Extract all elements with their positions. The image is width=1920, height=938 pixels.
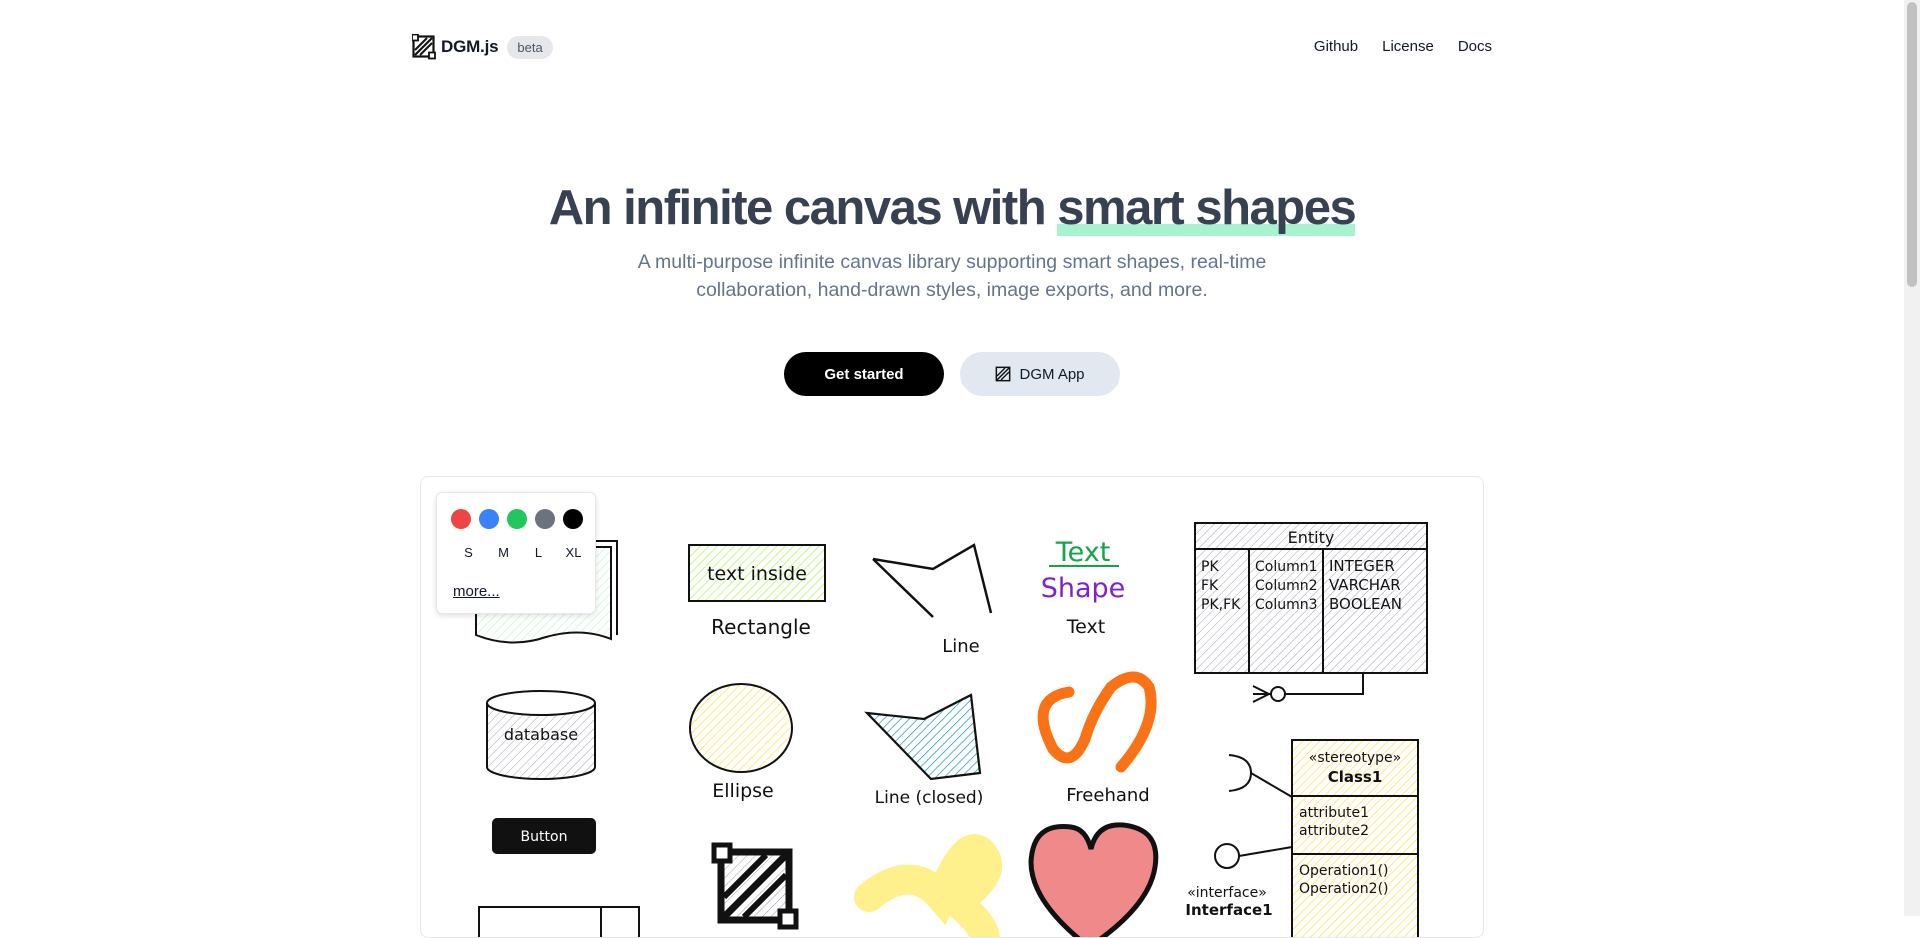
dgm-logo-icon bbox=[996, 366, 1011, 382]
entity-column-3: Column3 bbox=[1255, 597, 1318, 613]
entity-column-1: Column1 bbox=[1255, 559, 1318, 575]
ellipse-shape[interactable] bbox=[689, 683, 793, 773]
button-shape[interactable]: Button bbox=[492, 818, 596, 854]
color-swatch-green[interactable] bbox=[507, 509, 527, 529]
entity-key-1: PK bbox=[1201, 559, 1219, 575]
entity-shape[interactable]: Entity PK FK PK,FK Column1 Column2 Colum… bbox=[1194, 522, 1428, 674]
nav-links: Github License Docs bbox=[1290, 38, 1492, 55]
text-purple: Shape bbox=[1041, 573, 1126, 604]
class-name: Class1 bbox=[1328, 768, 1383, 786]
line-closed-shape[interactable] bbox=[864, 693, 982, 781]
text-label: Text bbox=[1066, 616, 1105, 638]
line-label: Line bbox=[942, 636, 980, 657]
line-closed-label: Line (closed) bbox=[875, 788, 984, 808]
nav-link-github[interactable]: Github bbox=[1314, 38, 1358, 55]
rectangle-label: Rectangle bbox=[711, 615, 811, 639]
hero-subtitle: A multi-purpose infinite canvas library … bbox=[637, 251, 1267, 301]
color-swatch-red[interactable] bbox=[451, 509, 471, 529]
text-green: Text bbox=[1055, 537, 1111, 568]
page-scrollbar[interactable] bbox=[1904, 0, 1920, 916]
interface-name: Interface1 bbox=[1185, 901, 1272, 919]
class-stereotype: «stereotype» bbox=[1309, 750, 1401, 766]
beta-badge: beta bbox=[507, 35, 553, 59]
freehand-label: Freehand bbox=[1066, 785, 1149, 806]
color-swatches bbox=[451, 509, 583, 529]
freehand-shape[interactable] bbox=[1037, 671, 1157, 773]
brand-link[interactable]: DGM.js beta bbox=[412, 34, 553, 60]
hero-title: An infinite canvas with smart shapes bbox=[0, 178, 1904, 238]
yellow-freehand-shape[interactable] bbox=[854, 834, 1003, 937]
database-shape[interactable]: database bbox=[486, 690, 596, 780]
hero-title-text: An infinite canvas with bbox=[548, 181, 1058, 235]
entity-column-2: Column2 bbox=[1255, 578, 1318, 594]
dgm-logo-shape[interactable] bbox=[711, 842, 799, 930]
entity-connector bbox=[1252, 673, 1364, 703]
top-navbar: DGM.js beta Github License Docs bbox=[0, 0, 1904, 96]
dgm-logo-icon bbox=[412, 34, 436, 60]
class-operation-2: Operation2() bbox=[1299, 881, 1389, 897]
size-option-s[interactable]: S bbox=[451, 545, 486, 560]
database-text: database bbox=[504, 725, 578, 744]
entity-type-1: INTEGER bbox=[1329, 557, 1395, 575]
class-connectors bbox=[1214, 754, 1293, 869]
color-swatch-blue[interactable] bbox=[479, 509, 499, 529]
nav-link-license[interactable]: License bbox=[1382, 38, 1434, 55]
rectangle-shape[interactable]: text inside bbox=[688, 544, 826, 602]
entity-key-2: FK bbox=[1201, 578, 1219, 594]
line-shape[interactable] bbox=[872, 543, 993, 614]
class-operation-1: Operation1() bbox=[1299, 863, 1389, 879]
ellipse-label: Ellipse bbox=[712, 780, 774, 802]
dgm-app-button[interactable]: DGM App bbox=[960, 352, 1120, 396]
get-started-button[interactable]: Get started bbox=[784, 352, 944, 396]
dgm-app-label: DGM App bbox=[1019, 365, 1085, 383]
button-shape-text: Button bbox=[521, 829, 568, 845]
brand-name: DGM.js bbox=[441, 37, 499, 56]
class-shape[interactable]: «stereotype» Class1 attribute1 attribute… bbox=[1291, 739, 1419, 937]
style-palette-popover: S M L XL more... bbox=[436, 492, 596, 614]
size-option-l[interactable]: L bbox=[521, 545, 556, 560]
scrollbar-thumb[interactable] bbox=[1907, 2, 1917, 287]
color-swatch-black[interactable] bbox=[563, 509, 583, 529]
class-attribute-1: attribute1 bbox=[1299, 805, 1369, 821]
entity-key-3: PK,FK bbox=[1201, 597, 1241, 613]
entity-title: Entity bbox=[1288, 528, 1335, 547]
class-attribute-2: attribute2 bbox=[1299, 823, 1369, 839]
more-styles-link[interactable]: more... bbox=[453, 583, 500, 600]
hero-title-highlight: smart shapes bbox=[1057, 178, 1357, 238]
entity-type-2: VARCHAR bbox=[1329, 576, 1401, 594]
cta-group: Get started DGM App bbox=[0, 352, 1904, 396]
interface-stereotype: «interface» bbox=[1187, 885, 1267, 901]
size-option-m[interactable]: M bbox=[486, 545, 521, 560]
nav-link-docs[interactable]: Docs bbox=[1458, 38, 1492, 55]
size-options: S M L XL bbox=[451, 545, 591, 560]
color-swatch-gray[interactable] bbox=[535, 509, 555, 529]
rectangle-inner-text: text inside bbox=[707, 563, 807, 585]
size-option-xl[interactable]: XL bbox=[556, 545, 591, 560]
entity-type-3: BOOLEAN bbox=[1329, 595, 1402, 613]
heart-shape[interactable] bbox=[1028, 822, 1159, 937]
table-shape-partial[interactable] bbox=[478, 906, 640, 937]
